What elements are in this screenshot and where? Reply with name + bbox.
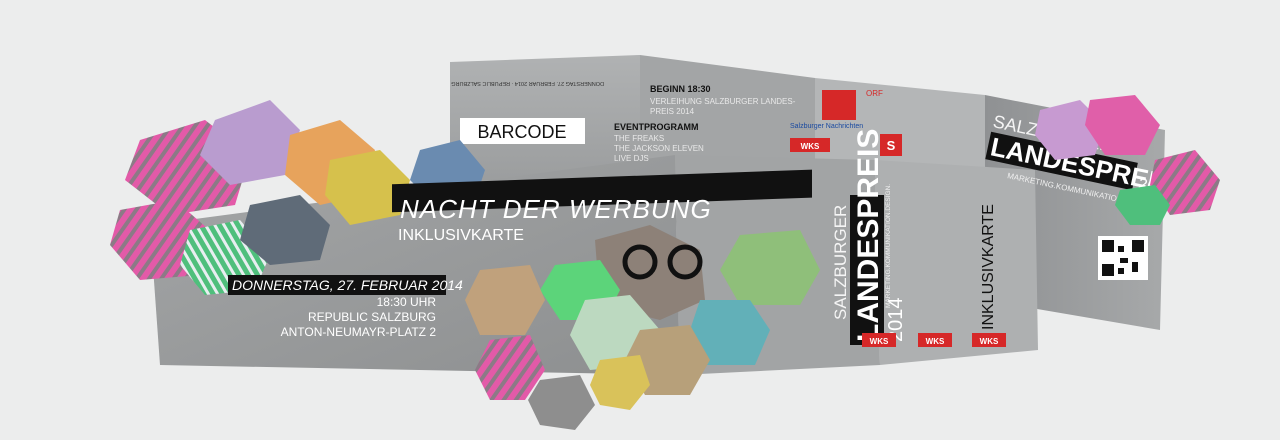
spine-ticket-type: INKLUSIVKARTE	[980, 204, 997, 330]
event-venue: REPUBLIC SALZBURG	[308, 310, 436, 324]
event-time: 18:30 UHR	[377, 295, 437, 309]
collage-hex-17	[528, 375, 595, 430]
cover-sponsor-row: WKS WKS WKS	[862, 333, 1006, 347]
cover-wks-text-2: WKS	[926, 337, 945, 346]
program-heading: EVENTPROGRAMM	[614, 122, 699, 132]
qr-code	[1098, 236, 1148, 280]
sponsor-red-logo	[822, 90, 856, 120]
begin-heading: BEGINN 18:30	[650, 84, 711, 94]
begin-item-1: VERLEIHUNG SALZBURGER LANDES-	[650, 97, 796, 106]
cover-tagline: MARKETING.KOMMUNIKATION.DESIGN.	[885, 184, 892, 308]
sponsor-wks-text-1: WKS	[801, 142, 820, 151]
cover-line2: LANDESPREIS	[852, 129, 885, 342]
promo-mockup: DONNERSTAG 27. FEBRUAR 2014 · REPUBLIC S…	[0, 0, 1280, 440]
headline-ticket: INKLUSIVKARTE	[398, 227, 524, 244]
cover-line1: SALZBURGER	[831, 205, 850, 320]
sponsor-orf-wordmark: ORF	[866, 89, 883, 98]
inner-small-print: DONNERSTAG 27. FEBRUAR 2014 · REPUBLIC S…	[451, 80, 604, 86]
cover-wks-text-1: WKS	[870, 337, 889, 346]
program-item-2: THE JACKSON ELEVEN	[614, 144, 704, 153]
event-date: DONNERSTAG, 27. FEBRUAR 2014	[232, 277, 463, 293]
spine-ticket-group: INKLUSIVKARTE	[980, 204, 997, 330]
cover-wks-text-3: WKS	[980, 337, 999, 346]
event-address: ANTON-NEUMAYR-PLATZ 2	[281, 325, 437, 339]
collage-hex-16	[590, 355, 650, 410]
headline-title: NACHT DER WERBUNG	[400, 194, 712, 224]
begin-item-2: PREIS 2014	[650, 107, 695, 116]
program-item-1: THE FREAKS	[614, 134, 664, 143]
barcode-label: BARCODE	[477, 122, 566, 142]
sponsor-orf-s-text: S	[887, 138, 896, 153]
program-item-3: LIVE DJS	[614, 154, 649, 163]
mockup-canvas: DONNERSTAG 27. FEBRUAR 2014 · REPUBLIC S…	[110, 55, 1220, 430]
